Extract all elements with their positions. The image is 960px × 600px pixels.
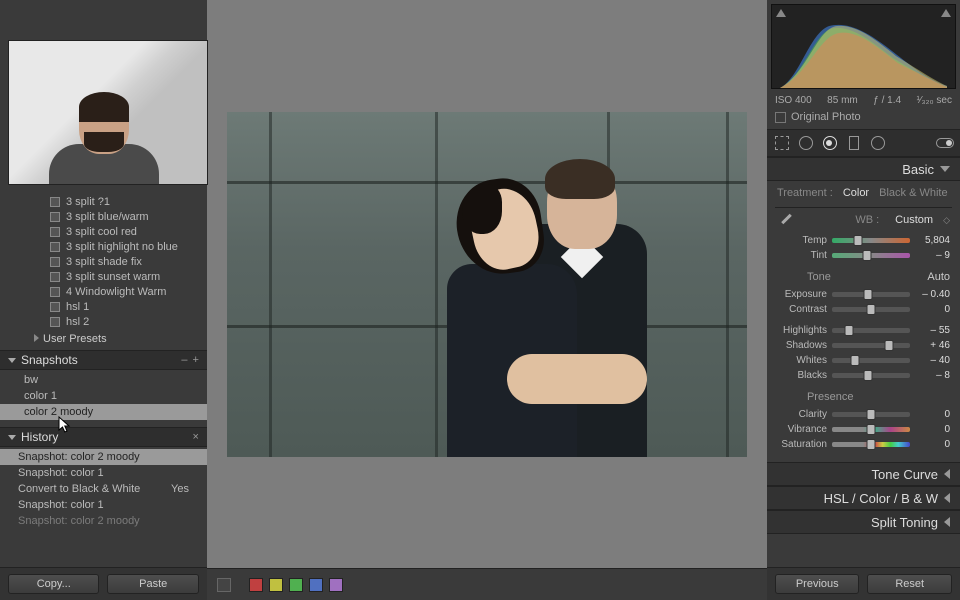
color-label-red[interactable]	[249, 578, 263, 592]
reset-button[interactable]: Reset	[867, 574, 952, 594]
history-item[interactable]: Snapshot: color 1	[0, 497, 207, 513]
toolbar-bottom	[207, 568, 767, 600]
blacks-slider[interactable]: Blacks– 8	[777, 368, 950, 383]
vibrance-slider[interactable]: Vibrance0	[777, 422, 950, 437]
tool-strip	[767, 129, 960, 157]
eyedropper-tool[interactable]	[777, 213, 797, 227]
treatment-bw[interactable]: Black & White	[879, 187, 947, 199]
original-photo-toggle[interactable]: Original Photo	[767, 108, 960, 129]
preset-item[interactable]: 3 split ?1	[50, 195, 207, 210]
preset-item[interactable]: 3 split blue/warm	[50, 210, 207, 225]
history-item[interactable]: Snapshot: color 2 moody	[0, 513, 207, 529]
preset-item[interactable]: 3 split sunset warm	[50, 270, 207, 285]
grad-tool[interactable]	[845, 134, 863, 152]
app-root: 3 split ?1 3 split blue/warm 3 split coo…	[0, 0, 960, 600]
chevron-down-icon	[8, 358, 16, 363]
filter-toggle[interactable]	[217, 578, 231, 592]
chevron-down-icon	[940, 166, 950, 172]
saturation-slider[interactable]: Saturation0	[777, 437, 950, 452]
exposure-slider[interactable]: Exposure– 0.40	[777, 287, 950, 302]
chevron-left-icon	[944, 469, 950, 479]
clarity-slider[interactable]: Clarity0	[777, 407, 950, 422]
center-canvas	[207, 0, 767, 600]
preset-item[interactable]: hsl 2	[50, 315, 207, 330]
snapshots-header[interactable]: Snapshots – +	[0, 350, 207, 370]
chevron-left-icon	[944, 493, 950, 503]
contrast-slider[interactable]: Contrast0	[777, 302, 950, 317]
spot-tool[interactable]	[797, 134, 815, 152]
preset-item[interactable]: hsl 1	[50, 300, 207, 315]
split-toning-header[interactable]: Split Toning	[767, 510, 960, 534]
color-label-yellow[interactable]	[269, 578, 283, 592]
hsl-header[interactable]: HSL / Color / B & W	[767, 486, 960, 510]
color-label-blue[interactable]	[309, 578, 323, 592]
photo-preview[interactable]	[227, 112, 747, 457]
previous-button[interactable]: Previous	[775, 574, 860, 594]
wb-label: WB :	[855, 214, 879, 226]
snapshot-list: bw color 1 color 2 moody	[0, 370, 207, 422]
basic-panel: Treatment : Color Black & White WB : Cus…	[767, 181, 960, 462]
tone-curve-header[interactable]: Tone Curve	[767, 462, 960, 486]
preset-item[interactable]: 3 split cool red	[50, 225, 207, 240]
paste-button[interactable]: Paste	[107, 574, 198, 594]
dropdown-icon: ◇	[943, 215, 950, 226]
color-label-purple[interactable]	[329, 578, 343, 592]
highlight-clip-icon[interactable]	[941, 9, 951, 17]
wb-dropdown[interactable]: Custom	[895, 214, 933, 226]
snapshot-item[interactable]: color 1	[0, 388, 207, 404]
treatment-label: Treatment :	[777, 187, 833, 199]
preset-list: 3 split ?1 3 split blue/warm 3 split coo…	[0, 195, 207, 330]
shadow-clip-icon[interactable]	[776, 9, 786, 17]
history-item[interactable]: Snapshot: color 1	[0, 465, 207, 481]
history-header[interactable]: History ×	[0, 427, 207, 447]
highlights-slider[interactable]: Highlights– 55	[777, 323, 950, 338]
panel-switch[interactable]	[936, 134, 954, 152]
crop-tool[interactable]	[773, 134, 791, 152]
chevron-down-icon	[8, 435, 16, 440]
plus-icon[interactable]: +	[193, 354, 199, 366]
radial-tool[interactable]	[869, 134, 887, 152]
checkbox-icon	[775, 112, 786, 123]
shadows-slider[interactable]: Shadows+ 46	[777, 338, 950, 353]
chevron-left-icon	[944, 517, 950, 527]
user-presets-folder[interactable]: User Presets	[0, 333, 207, 345]
presence-label: Presence	[807, 391, 853, 403]
basic-panel-header[interactable]: Basic	[767, 157, 960, 181]
chevron-right-icon	[34, 334, 39, 342]
whites-slider[interactable]: Whites– 40	[777, 353, 950, 368]
tint-slider[interactable]: Tint– 9	[777, 248, 950, 263]
history-item[interactable]: Convert to Black & WhiteYes	[0, 481, 207, 497]
treatment-color[interactable]: Color	[843, 187, 869, 199]
clear-icon[interactable]: ×	[193, 431, 199, 443]
left-panel: 3 split ?1 3 split blue/warm 3 split coo…	[0, 0, 207, 600]
right-panel: ISO 400 85 mm ƒ / 1.4 ¹⁄₃₂₀ sec Original…	[767, 0, 960, 600]
redeye-tool[interactable]	[821, 134, 839, 152]
preset-item[interactable]: 4 Windowlight Warm	[50, 285, 207, 300]
preset-item[interactable]: 3 split shade fix	[50, 255, 207, 270]
exif-readout: ISO 400 85 mm ƒ / 1.4 ¹⁄₃₂₀ sec	[767, 93, 960, 108]
webcam-overlay	[8, 40, 208, 185]
history-list: Snapshot: color 2 moody Snapshot: color …	[0, 447, 207, 567]
auto-button[interactable]: Auto	[927, 271, 950, 283]
temp-slider[interactable]: Temp5,804	[777, 233, 950, 248]
snapshot-item[interactable]: color 2 moody	[0, 404, 207, 420]
preset-item[interactable]: 3 split highlight no blue	[50, 240, 207, 255]
copy-button[interactable]: Copy...	[8, 574, 99, 594]
history-item[interactable]: Snapshot: color 2 moody	[0, 449, 207, 465]
minus-icon[interactable]: –	[181, 354, 187, 366]
tone-label: Tone	[807, 271, 831, 283]
histogram[interactable]	[771, 4, 956, 89]
color-label-green[interactable]	[289, 578, 303, 592]
snapshot-item[interactable]: bw	[0, 372, 207, 388]
